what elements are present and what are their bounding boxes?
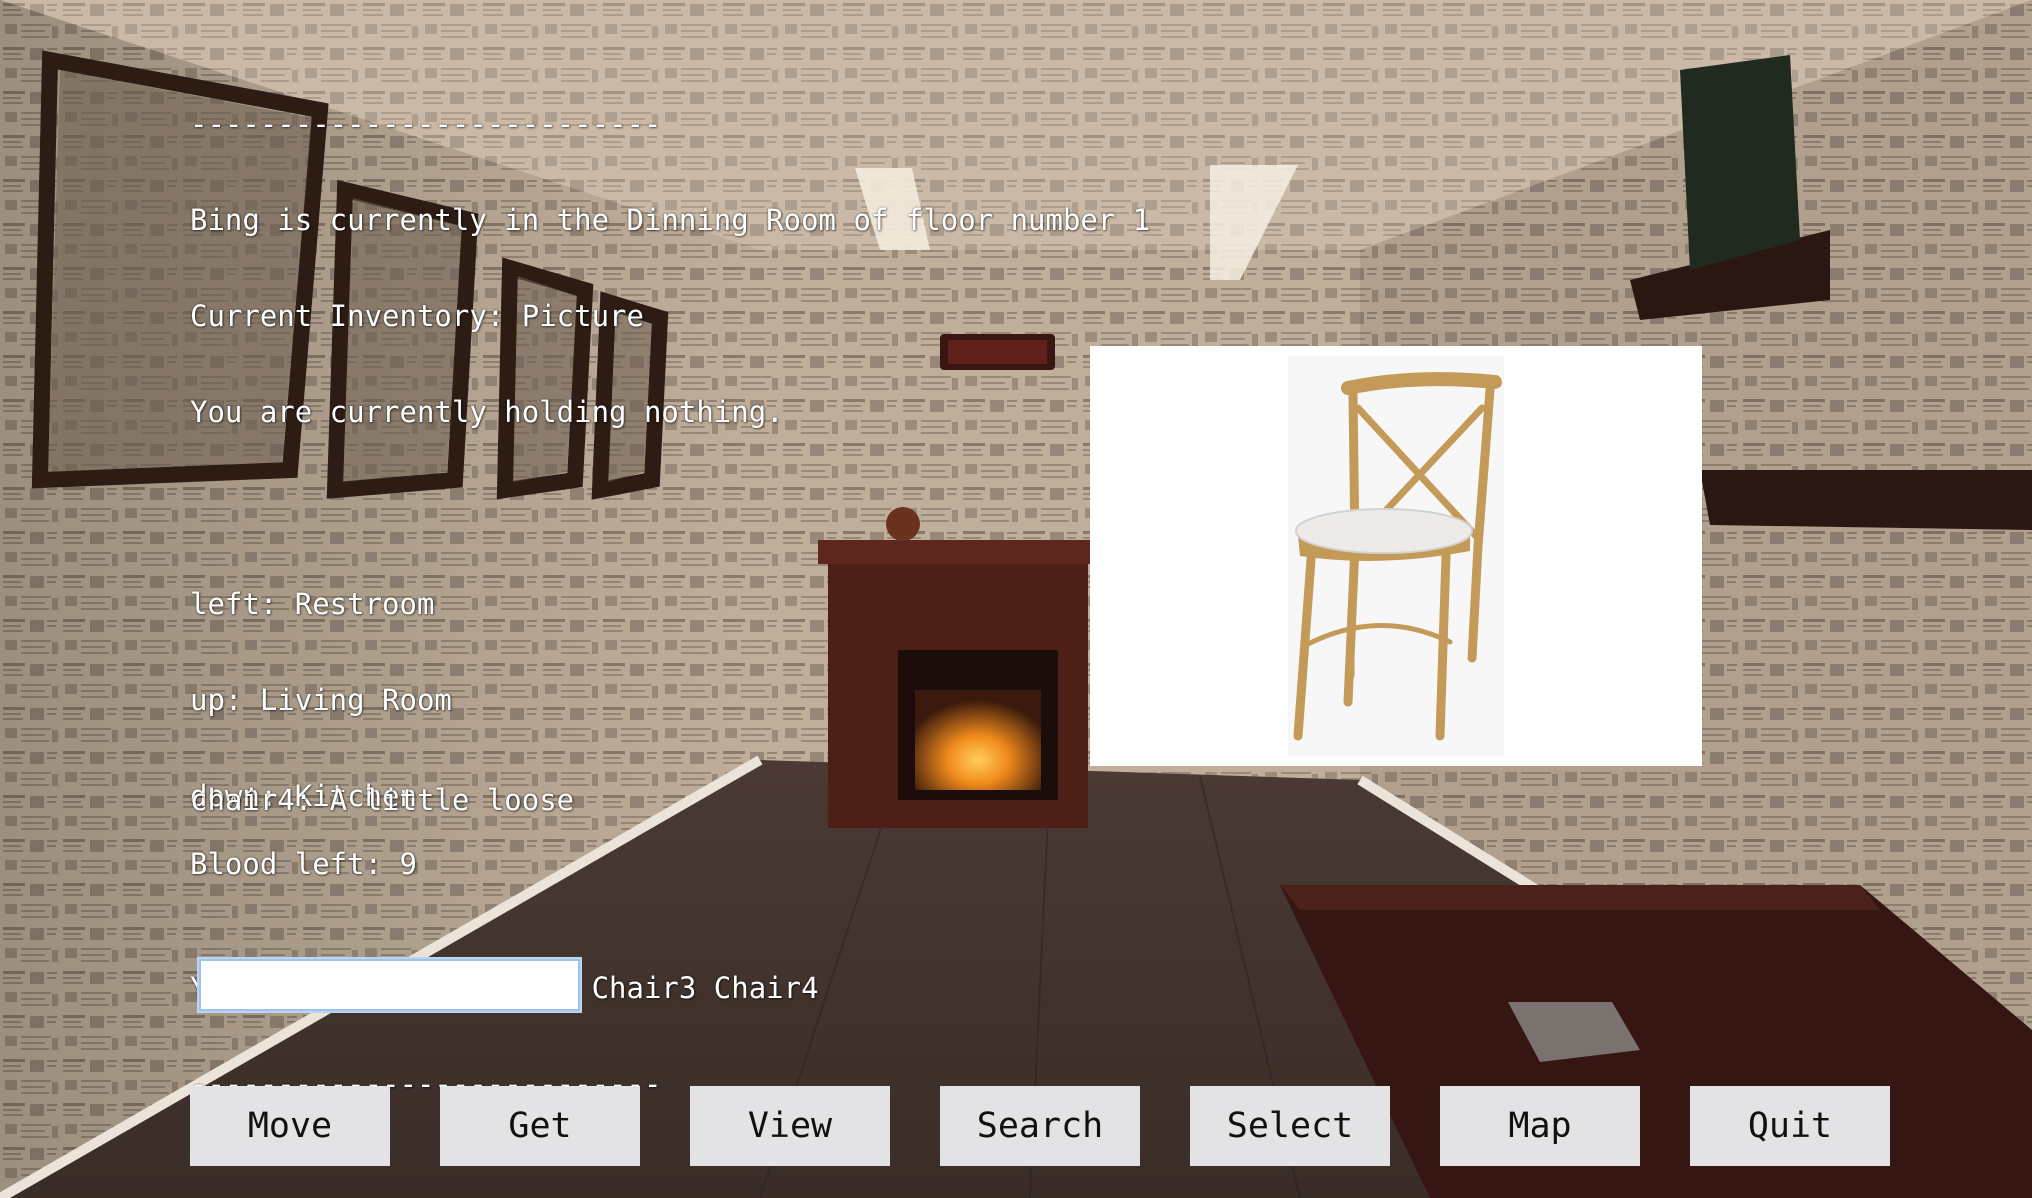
exit-left: left: Restroom — [190, 587, 435, 621]
location-line: Bing is currently in the Dinning Room of… — [190, 203, 1151, 237]
holding-line: You are currently holding nothing. — [190, 395, 784, 429]
map-button[interactable]: Map — [1440, 1086, 1640, 1166]
quit-button[interactable]: Quit — [1690, 1086, 1890, 1166]
get-button[interactable]: Get — [440, 1086, 640, 1166]
search-button[interactable]: Search — [940, 1086, 1140, 1166]
select-button[interactable]: Select — [1190, 1086, 1390, 1166]
blood-counter: Blood left: 9 — [190, 847, 417, 881]
divider-top: --------------------------- — [190, 107, 662, 141]
item-description: chair4: A little loose — [190, 783, 575, 817]
game-scene: --------------------------- Bing is curr… — [0, 0, 2032, 1198]
item-image-panel — [1090, 346, 1702, 766]
command-input[interactable] — [197, 957, 582, 1013]
view-button[interactable]: View — [690, 1086, 890, 1166]
exit-up: up: Living Room — [190, 683, 452, 717]
move-button[interactable]: Move — [190, 1086, 390, 1166]
chair-image — [1288, 356, 1504, 756]
inventory-line: Current Inventory: Picture — [190, 299, 644, 333]
